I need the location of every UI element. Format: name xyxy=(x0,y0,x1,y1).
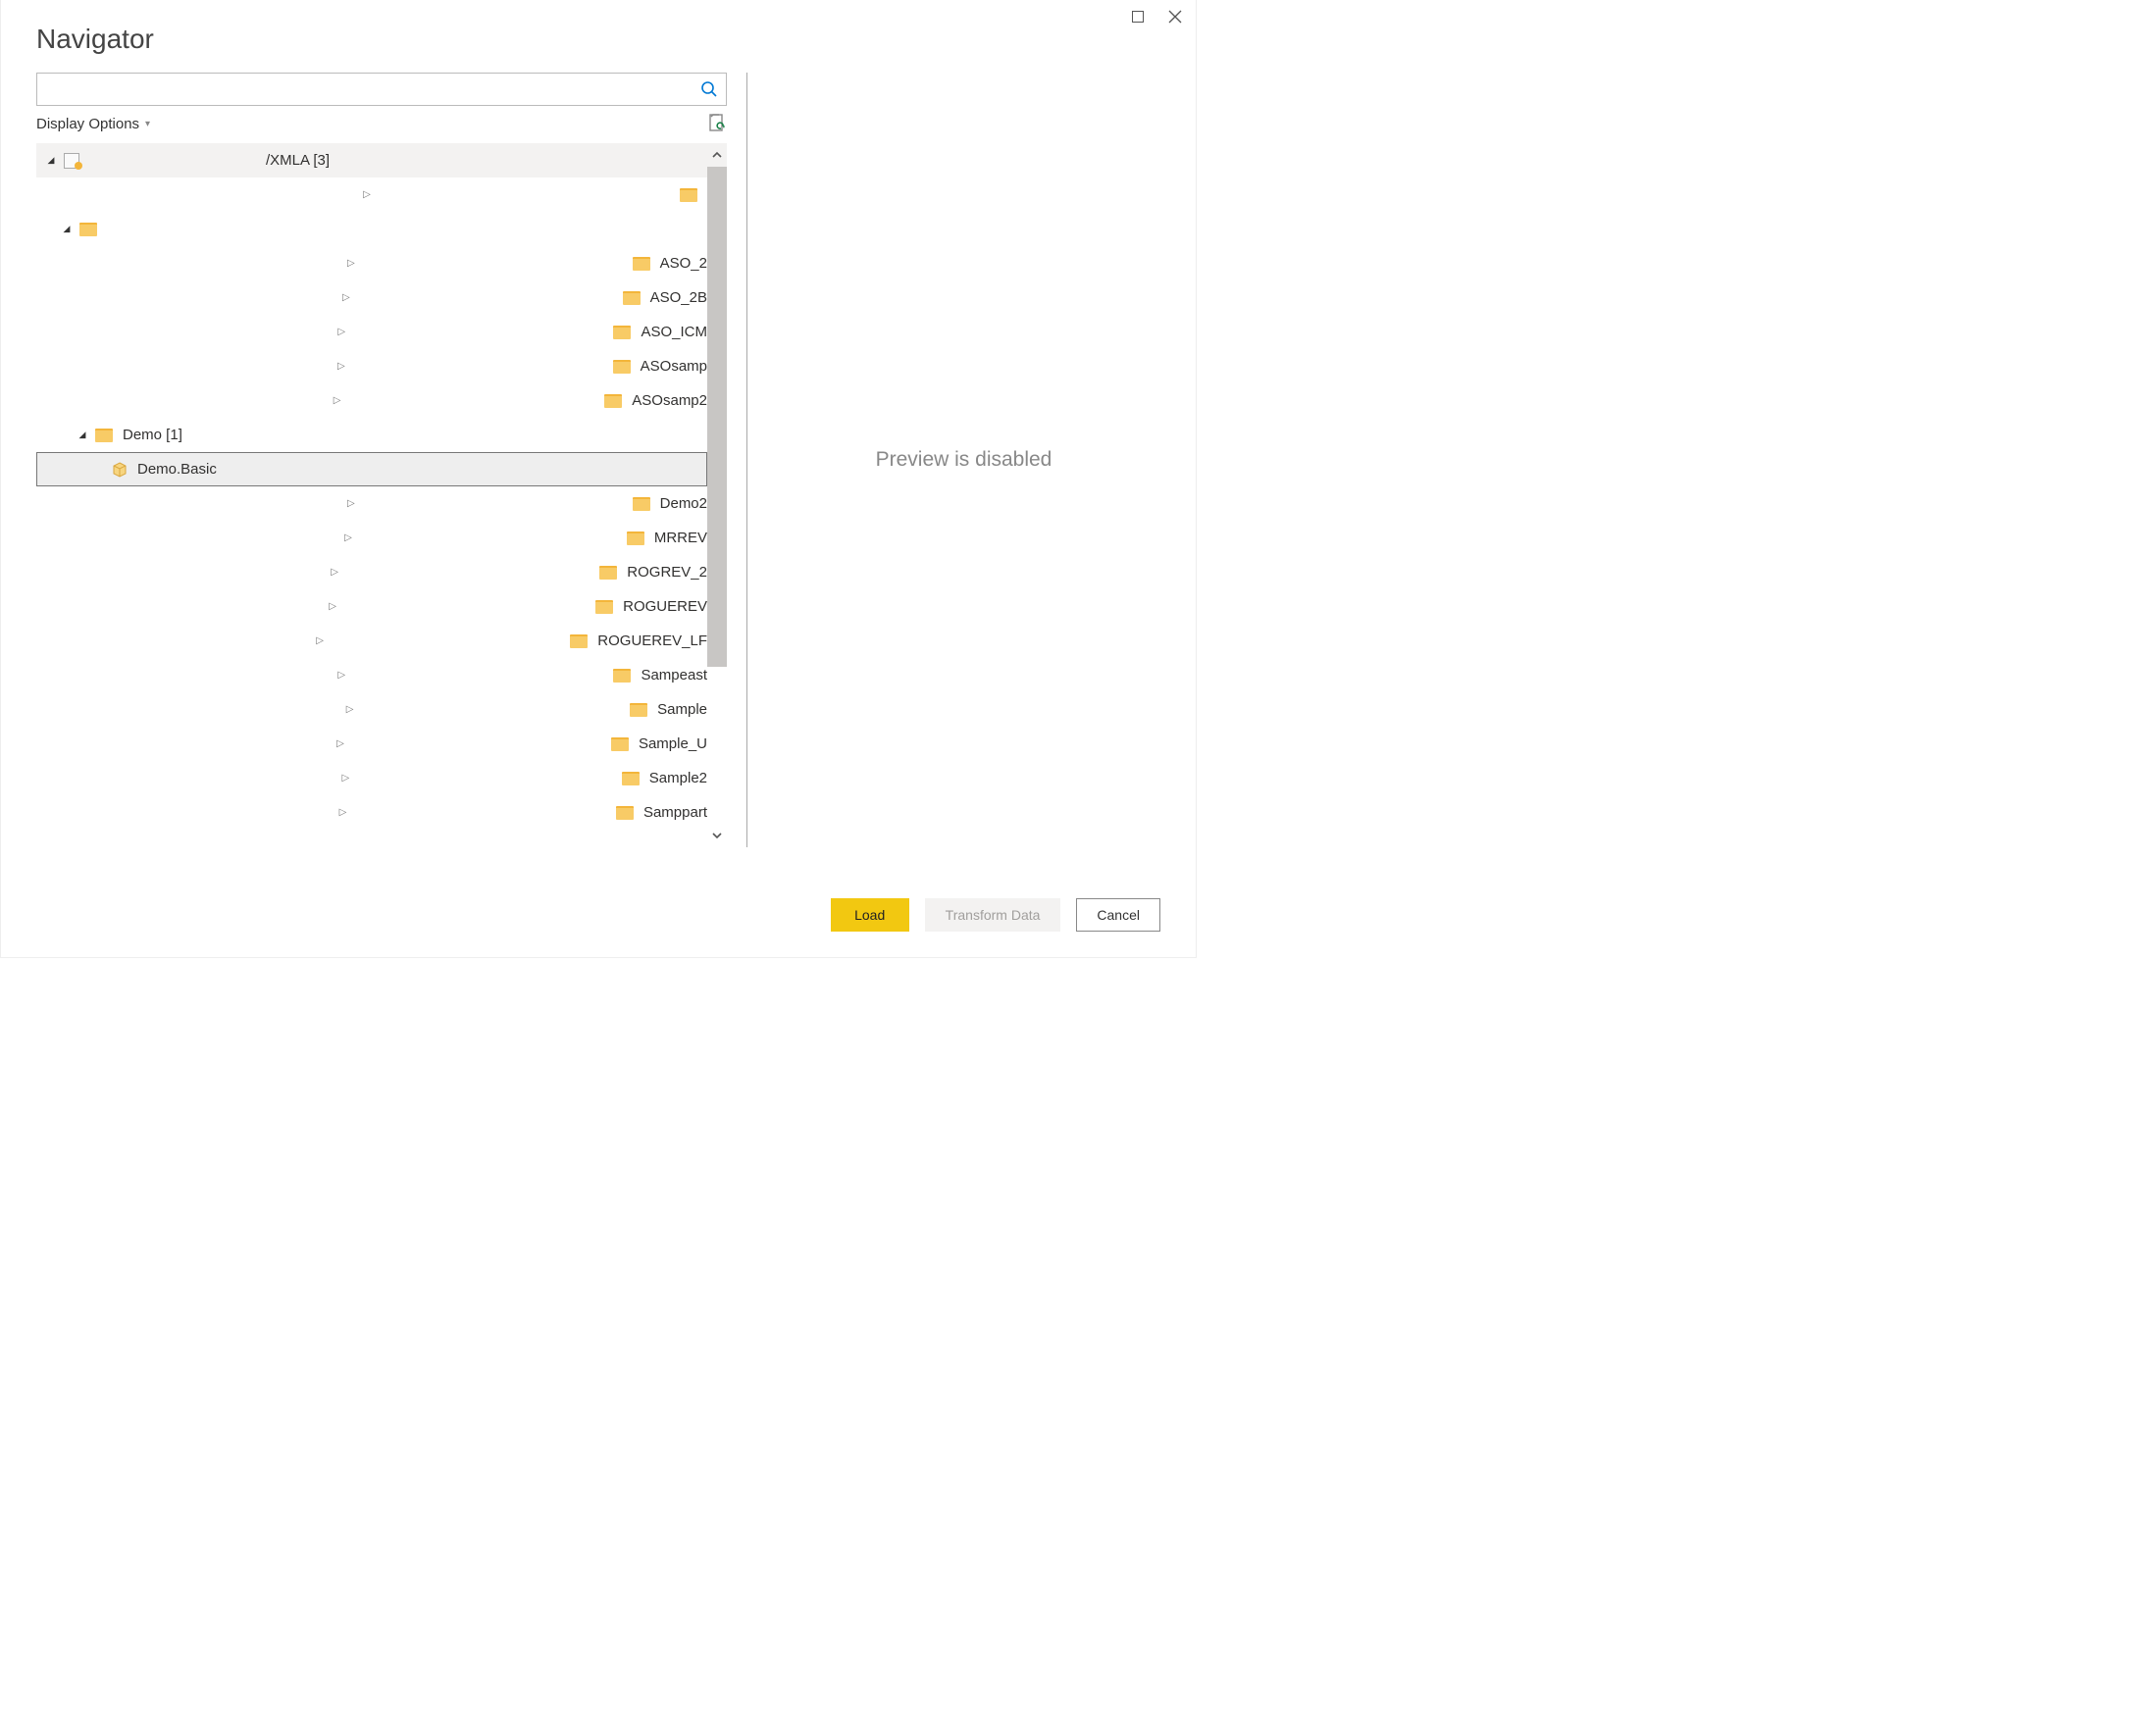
folder-icon xyxy=(680,188,697,202)
tree-item[interactable]: ASO_2B xyxy=(36,280,707,315)
expand-toggle[interactable] xyxy=(76,704,624,715)
tree-item-label: ASO_2B xyxy=(650,289,707,306)
tree-item-label: Sample_U xyxy=(639,735,707,752)
expand-toggle[interactable] xyxy=(60,189,674,200)
tree-item[interactable]: ROGUEREV xyxy=(36,589,707,624)
folder-icon xyxy=(627,531,644,545)
tree-item[interactable]: Samppart xyxy=(36,795,707,830)
folder-icon xyxy=(633,257,650,271)
database-icon xyxy=(64,153,79,169)
tree-root[interactable]: /XMLA [3] xyxy=(36,143,707,177)
tree-item[interactable]: Sample2 xyxy=(36,761,707,795)
cancel-button[interactable]: Cancel xyxy=(1076,898,1160,932)
tree-item-label: MRREV xyxy=(654,530,707,546)
search-icon[interactable] xyxy=(693,74,726,105)
expand-toggle[interactable] xyxy=(76,635,564,646)
maximize-icon[interactable] xyxy=(1131,10,1145,24)
display-options-dropdown[interactable]: Display Options ▾ xyxy=(36,116,150,132)
expand-toggle[interactable] xyxy=(76,567,593,578)
folder-icon xyxy=(604,394,622,408)
expand-toggle[interactable] xyxy=(76,807,610,818)
folder-icon xyxy=(95,429,113,442)
expand-toggle[interactable] xyxy=(76,498,627,509)
tree-item[interactable] xyxy=(36,212,707,246)
navigator-tree[interactable]: /XMLA [3] ASO_2 xyxy=(36,143,707,847)
scroll-up-arrow[interactable] xyxy=(707,143,727,167)
folder-icon xyxy=(595,600,613,614)
folder-icon xyxy=(613,669,631,683)
preview-pane: Preview is disabled xyxy=(749,73,1178,847)
display-options-label: Display Options xyxy=(36,116,139,132)
tree-item[interactable] xyxy=(36,177,707,212)
tree-item-label: ASO_ICM xyxy=(641,324,707,340)
expand-toggle[interactable] xyxy=(44,155,58,166)
folder-icon xyxy=(622,772,640,785)
expand-toggle[interactable] xyxy=(76,773,616,784)
folder-icon xyxy=(611,737,629,751)
scroll-track[interactable] xyxy=(707,167,727,824)
tree-item[interactable]: Demo2 xyxy=(36,486,707,521)
close-icon[interactable] xyxy=(1168,10,1182,24)
expand-toggle[interactable] xyxy=(60,224,74,234)
tree-item-label: ASO_2 xyxy=(660,255,707,272)
folder-icon xyxy=(630,703,647,717)
folder-icon xyxy=(623,291,641,305)
expand-toggle[interactable] xyxy=(76,327,607,337)
expand-toggle[interactable] xyxy=(76,738,605,749)
tree-item-label: Sample xyxy=(657,701,707,718)
chevron-down-icon: ▾ xyxy=(145,119,150,129)
tree-item[interactable]: ASOsamp xyxy=(36,349,707,383)
tree-item-label: /XMLA [3] xyxy=(266,152,330,169)
search-input[interactable] xyxy=(37,74,693,105)
expand-toggle[interactable] xyxy=(76,532,621,543)
tree-item[interactable]: ROGREV_2 xyxy=(36,555,707,589)
folder-icon xyxy=(79,223,97,236)
expand-toggle[interactable] xyxy=(76,670,607,681)
tree-item[interactable]: Demo [1] xyxy=(36,418,707,452)
preview-disabled-message: Preview is disabled xyxy=(876,448,1052,472)
tree-item-label: ROGREV_2 xyxy=(627,564,707,581)
tree-item[interactable]: ROGUEREV_LF xyxy=(36,624,707,658)
tree-item-label: ASOsamp2 xyxy=(632,392,707,409)
folder-icon xyxy=(613,326,631,339)
tree-item[interactable]: Sampeast xyxy=(36,658,707,692)
tree-item-label: Demo2 xyxy=(660,495,707,512)
expand-toggle[interactable] xyxy=(76,601,590,612)
refresh-preview-icon[interactable] xyxy=(707,114,727,133)
tree-item-label: Demo [1] xyxy=(123,427,182,443)
pane-divider[interactable] xyxy=(746,73,747,847)
tree-item-label: Demo.Basic xyxy=(137,461,217,478)
folder-icon xyxy=(613,360,631,374)
tree-item-label: ASOsamp xyxy=(641,358,707,375)
folder-icon xyxy=(633,497,650,511)
tree-scrollbar[interactable] xyxy=(707,143,727,847)
tree-item-label: Sample2 xyxy=(649,770,707,786)
dialog-title: Navigator xyxy=(1,0,1196,73)
scroll-down-arrow[interactable] xyxy=(707,824,727,847)
expand-toggle[interactable] xyxy=(76,258,627,269)
tree-item[interactable]: ASO_ICM xyxy=(36,315,707,349)
tree-item[interactable]: Sample_U xyxy=(36,727,707,761)
scroll-thumb[interactable] xyxy=(707,167,727,667)
cube-icon xyxy=(112,462,128,478)
tree-item[interactable]: MRREV xyxy=(36,521,707,555)
transform-data-button: Transform Data xyxy=(925,898,1061,932)
expand-toggle[interactable] xyxy=(76,361,607,372)
tree-item-label: Sampeast xyxy=(641,667,707,683)
tree-item-label: Samppart xyxy=(643,804,707,821)
tree-item[interactable]: Sample xyxy=(36,692,707,727)
load-button[interactable]: Load xyxy=(831,898,909,932)
search-box[interactable] xyxy=(36,73,727,106)
folder-icon xyxy=(599,566,617,580)
folder-icon xyxy=(616,806,634,820)
expand-toggle[interactable] xyxy=(76,292,617,303)
tree-item-label: ROGUEREV xyxy=(623,598,707,615)
folder-icon xyxy=(570,634,588,648)
tree-item-label: ROGUEREV_LF xyxy=(597,632,707,649)
expand-toggle[interactable] xyxy=(76,395,598,406)
expand-toggle[interactable] xyxy=(76,430,89,440)
tree-item-selected[interactable]: Demo.Basic xyxy=(36,452,707,486)
tree-item[interactable]: ASOsamp2 xyxy=(36,383,707,418)
tree-item[interactable]: ASO_2 xyxy=(36,246,707,280)
